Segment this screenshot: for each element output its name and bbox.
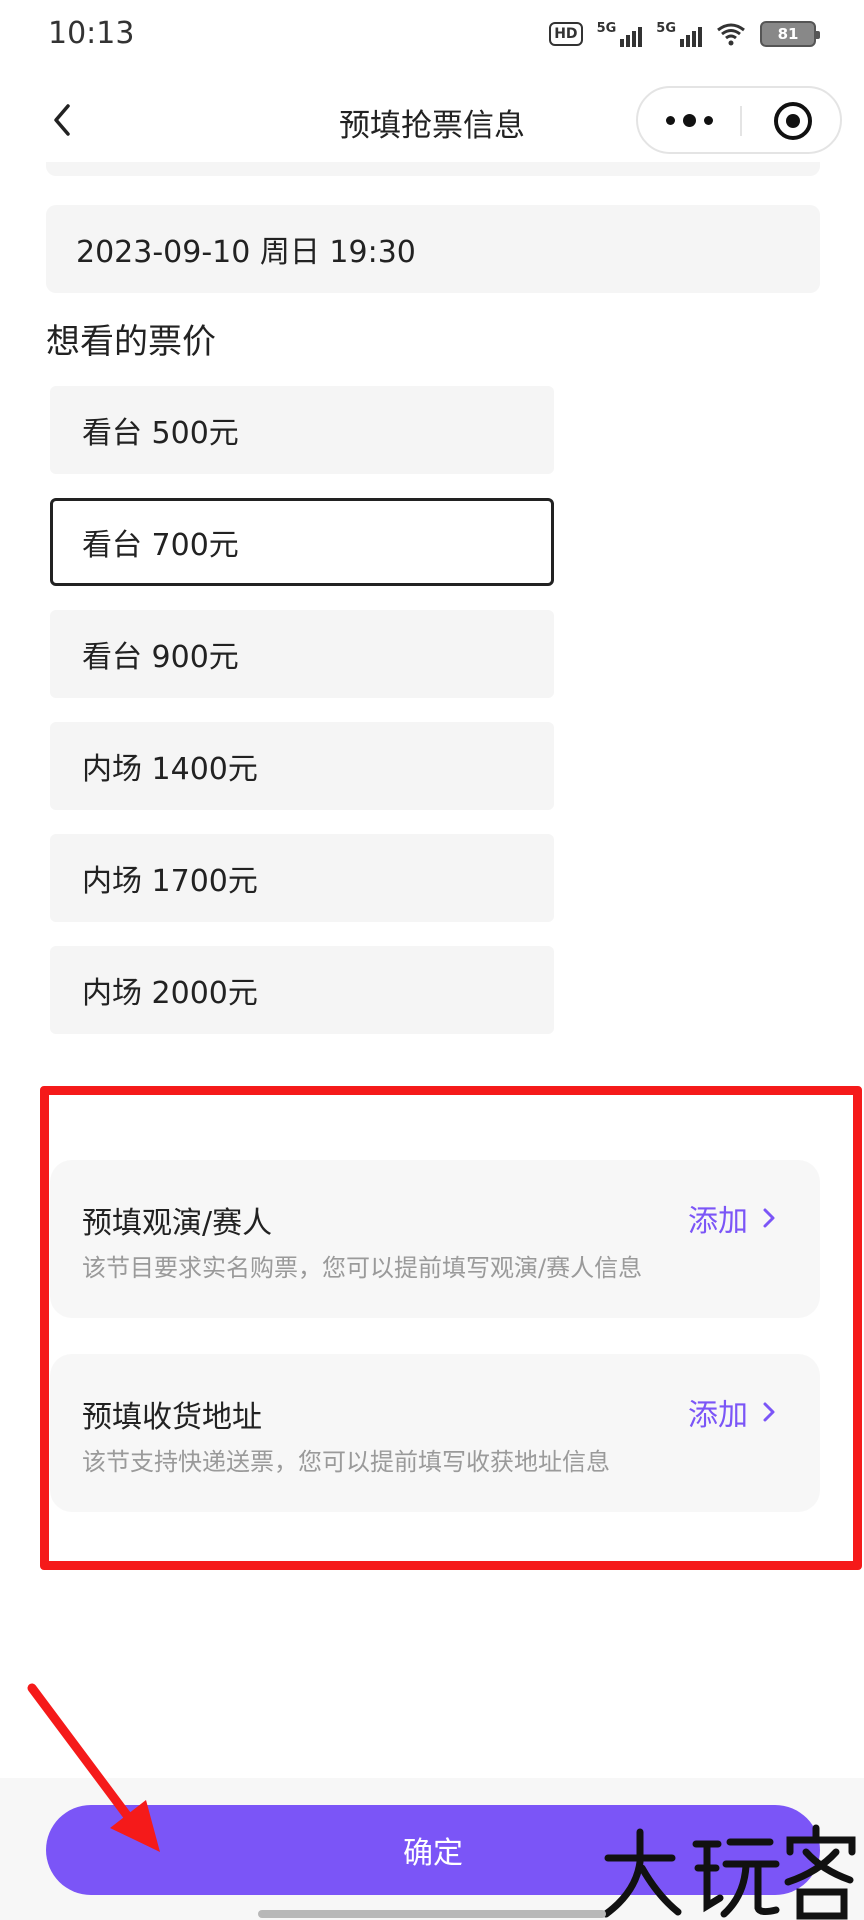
more-dots-icon (665, 115, 675, 125)
annotation-highlight-box (40, 1086, 862, 1570)
annotation-arrow-icon (27, 1683, 160, 1852)
home-indicator (258, 1910, 606, 1918)
price-option-selected[interactable]: 看台 700元 (50, 498, 554, 586)
wifi-icon (717, 23, 745, 46)
scrolled-field-edge (46, 162, 820, 176)
price-option[interactable]: 看台 500元 (50, 386, 554, 474)
price-option[interactable]: 内场 1400元 (50, 722, 554, 810)
close-target-icon[interactable] (774, 102, 812, 140)
signal-icon: 5G (597, 21, 643, 47)
nav-bar: 预填抢票信息 (0, 80, 864, 160)
status-bar: 10:13 HD 5G 5G 81 (0, 0, 864, 68)
more-button[interactable] (638, 88, 740, 152)
status-time: 10:13 (48, 16, 135, 51)
hd-badge: HD (549, 22, 583, 46)
signal-icon: 5G (656, 21, 702, 47)
price-section-title: 想看的票价 (46, 322, 216, 362)
battery-icon: 81 (760, 21, 820, 47)
price-option[interactable]: 内场 1700元 (50, 834, 554, 922)
price-option[interactable]: 内场 2000元 (50, 946, 554, 1034)
watermark-logo (602, 1824, 856, 1920)
mini-program-capsule (636, 86, 842, 154)
capsule-divider (740, 106, 742, 136)
more-dots-icon (703, 115, 713, 125)
more-dots-icon (682, 113, 696, 127)
status-icons: HD 5G 5G 81 (549, 18, 820, 50)
price-option[interactable]: 看台 900元 (50, 610, 554, 698)
session-date-field[interactable]: 2023-09-10 周日 19:30 (46, 205, 820, 293)
